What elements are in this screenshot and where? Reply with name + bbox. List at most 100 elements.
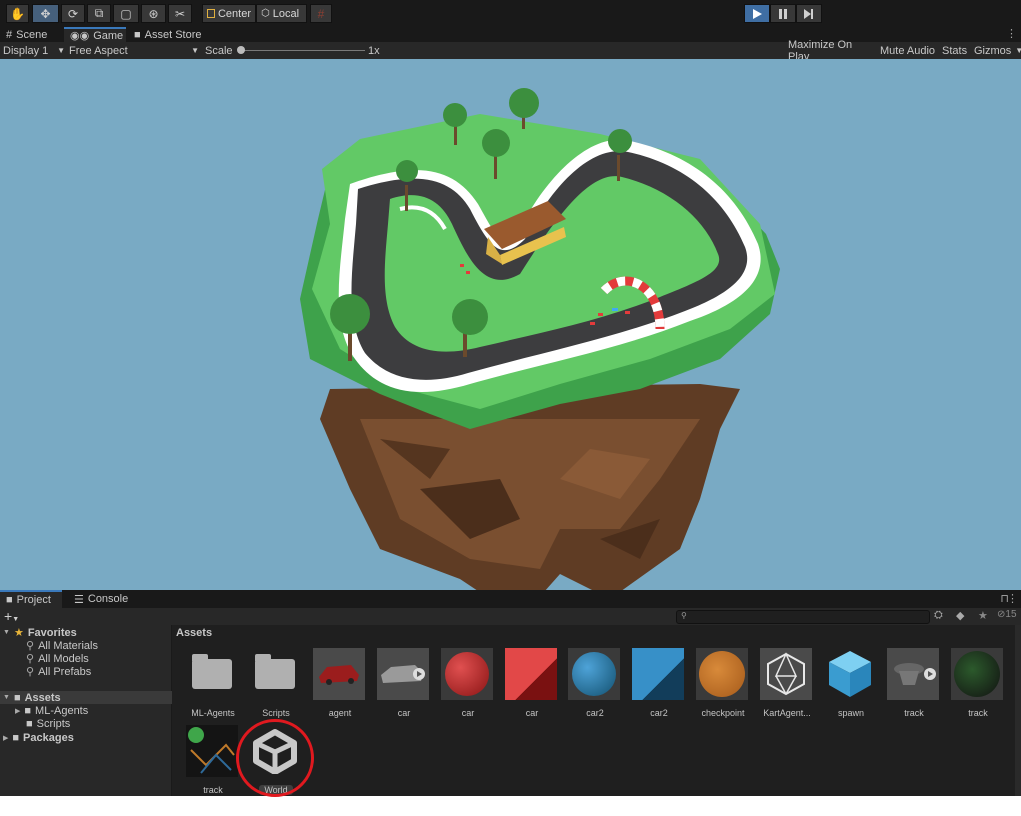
asset-checkpoint-material[interactable]: checkpoint <box>692 648 754 720</box>
hidden-count: 15 <box>1005 609 1017 620</box>
asset-label: car <box>397 708 411 718</box>
tab-project-label: Project <box>16 594 51 606</box>
aspect-dropdown[interactable]: Free Aspect ▼ <box>69 42 199 59</box>
step-button[interactable] <box>796 4 822 23</box>
maximize-on-play-toggle[interactable]: Maximize On Play <box>784 39 880 63</box>
track-texture-icon <box>186 725 238 777</box>
search-input[interactable]: ⚲ <box>676 610 930 624</box>
rotate-tool-button[interactable]: ⟳ <box>61 4 85 23</box>
asset-label: car2 <box>650 708 668 718</box>
asset-spawn-prefab[interactable]: spawn <box>820 648 882 720</box>
display-dropdown[interactable]: Display 1 ▼ <box>3 42 65 59</box>
favorite-all-models[interactable]: ⚲ All Models <box>26 652 89 666</box>
pivot-icon <box>207 9 215 18</box>
asset-car-material[interactable]: car <box>437 648 499 720</box>
red-texture-icon <box>505 648 557 700</box>
asset-grid-scrollbar[interactable] <box>1015 625 1021 796</box>
tab-scene-label: Scene <box>16 28 48 41</box>
search-icon: ⚲ <box>26 640 35 652</box>
tab-game[interactable]: ◉◉ Game <box>64 27 126 42</box>
pause-icon <box>779 8 787 19</box>
label-tag-icon[interactable]: ◆ <box>956 609 964 622</box>
star-icon[interactable]: ★ <box>978 609 988 622</box>
move-icon: ✥ <box>40 6 51 21</box>
asset-car-texture[interactable]: car <box>501 648 563 720</box>
asset-track-texture[interactable]: track <box>182 725 244 797</box>
pivot-center-toggle[interactable]: Center <box>202 4 256 23</box>
tab-asset-store[interactable]: ■ Asset Store <box>128 27 212 42</box>
game-viewport[interactable] <box>0 59 1021 590</box>
scale-slider-handle[interactable] <box>237 46 245 54</box>
project-toolbar: +▼ ⚲ ⛭ ◆ ★ ⊘15 <box>0 608 1021 626</box>
gamepad-icon: ◉◉ <box>70 30 90 42</box>
folder-icon <box>249 648 301 700</box>
scale-slider-track[interactable] <box>240 50 365 51</box>
asset-agent-prefab[interactable]: agent <box>309 648 371 720</box>
chevron-down-icon: ▼ <box>191 46 199 55</box>
folder-icon: ■ <box>6 594 13 606</box>
packages-label: Packages <box>23 731 74 744</box>
asset-label: KartAgent... <box>763 708 811 718</box>
breadcrumb: Assets <box>176 627 213 639</box>
play-button[interactable] <box>744 4 770 23</box>
search-icon: ⚲ <box>681 611 687 620</box>
asset-label: car <box>525 708 539 718</box>
move-tool-button[interactable]: ✥ <box>32 4 59 23</box>
asset-track-material[interactable]: track <box>947 648 1009 720</box>
pivot-local-toggle[interactable]: ⬡ Local <box>256 4 307 23</box>
favorites-header[interactable]: ▼ ★ Favorites <box>3 626 77 640</box>
asset-ml-agents-folder[interactable]: ML-Agents <box>182 648 244 720</box>
red-car-icon <box>313 648 365 700</box>
create-asset-button[interactable]: +▼ <box>4 608 19 624</box>
assets-label: Assets <box>24 691 61 704</box>
pause-button[interactable] <box>770 4 796 23</box>
panel-menu-icon[interactable]: ⋮ <box>1007 592 1018 605</box>
scale-tool-button[interactable]: ⧉ <box>87 4 111 23</box>
asset-track-model[interactable]: track <box>883 648 945 720</box>
favorite-label: All Materials <box>38 639 98 652</box>
tab-console[interactable]: ☰ Console <box>68 590 138 608</box>
asset-grid: Assets ML-Agents Scripts agent car car c… <box>172 625 1021 797</box>
grid-snap-icon: # <box>317 6 325 21</box>
grid-snap-button[interactable]: # <box>310 4 332 23</box>
aspect-label: Free Aspect <box>69 44 128 57</box>
collapse-arrow-icon: ▶ <box>15 707 21 715</box>
asset-kartagent-mesh[interactable]: KartAgent... <box>756 648 818 720</box>
asset-car2-texture[interactable]: car2 <box>628 648 690 720</box>
mute-label: Mute Audio <box>880 44 936 57</box>
expand-arrow-icon: ▼ <box>3 694 10 701</box>
tree-item-scripts[interactable]: ■ Scripts <box>26 717 70 730</box>
project-folder-tree: ▼ ★ Favorites ⚲ All Materials ⚲ All Mode… <box>0 625 174 796</box>
tree-item-ml-agents[interactable]: ▶ ■ ML-Agents <box>15 704 88 717</box>
gizmos-dropdown[interactable]: Gizmos ▼ <box>970 44 1021 57</box>
project-tab-bar: ■ Project ☰ Console ⊓ ⋮ <box>0 590 1021 608</box>
asset-scripts-folder[interactable]: Scripts <box>245 648 307 720</box>
icosahedron-icon <box>760 648 812 700</box>
expand-arrow-icon: ▼ <box>3 629 10 636</box>
hidden-packages-toggle[interactable]: ⊘15 <box>997 609 1017 620</box>
asset-car-model[interactable]: car <box>373 648 435 720</box>
filter-type-icon[interactable]: ⛭ <box>934 609 943 622</box>
tree-item-packages[interactable]: ▶ ■ Packages <box>3 731 74 744</box>
transform-tool-button[interactable]: ⊛ <box>141 4 166 23</box>
favorite-label: All Prefabs <box>38 665 92 678</box>
console-icon: ☰ <box>74 593 84 606</box>
tab-scene[interactable]: # Scene <box>0 27 62 42</box>
hand-tool-button[interactable]: ✋ <box>6 4 29 23</box>
favorite-all-materials[interactable]: ⚲ All Materials <box>26 639 98 653</box>
favorite-all-prefabs[interactable]: ⚲ All Prefabs <box>26 665 92 679</box>
custom-tool-button[interactable]: ✂ <box>168 4 192 23</box>
tree-item-assets[interactable]: ▼ ■ Assets <box>0 691 174 704</box>
asset-label: ML-Agents <box>191 708 235 718</box>
rect-icon: ▢ <box>120 6 132 21</box>
asset-label: track <box>968 708 988 718</box>
tab-project[interactable]: ■ Project <box>0 590 62 608</box>
mute-audio-toggle[interactable]: Mute Audio <box>876 44 944 57</box>
asset-car2-material[interactable]: car2 <box>564 648 626 720</box>
tree-item-label: Scripts <box>36 717 71 730</box>
panel-menu-icon[interactable]: ⋮ <box>1006 27 1017 40</box>
hand-icon: ✋ <box>10 6 25 21</box>
rotate-icon: ⟳ <box>67 6 79 21</box>
highlight-circle <box>236 719 314 797</box>
rect-tool-button[interactable]: ▢ <box>113 4 139 23</box>
